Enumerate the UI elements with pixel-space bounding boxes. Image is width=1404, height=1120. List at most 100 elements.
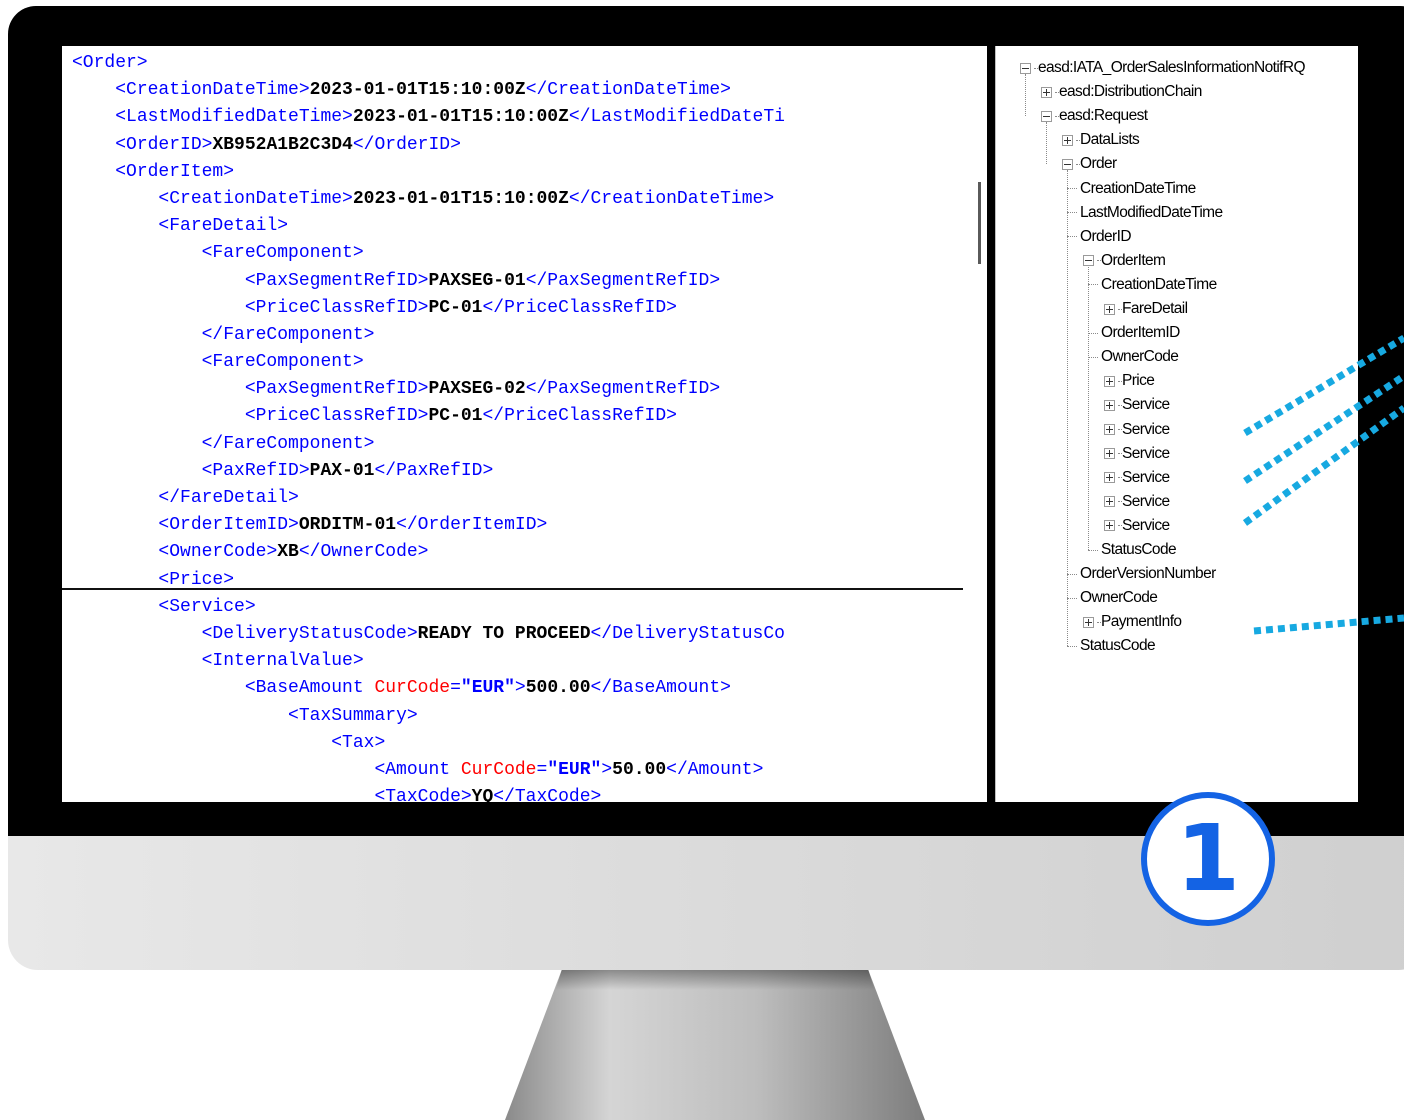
tree-node[interactable]: StatusCode — [1067, 634, 1156, 658]
code-token-tag: = — [536, 759, 548, 780]
tree-node[interactable]: easd:IATA_OrderSalesInformationNotifRQ — [1020, 56, 1306, 80]
code-line[interactable]: </FareDetail> — [72, 485, 987, 512]
code-line[interactable]: <OrderID>XB952A1B2C3D4</OrderID> — [72, 132, 987, 159]
code-line[interactable]: <FareComponent> — [72, 349, 987, 376]
code-token-val: PC-01 — [428, 297, 483, 318]
code-line[interactable]: <FareDetail> — [72, 213, 987, 240]
plus-expander-icon[interactable] — [1104, 520, 1115, 532]
plus-expander-icon[interactable] — [1104, 472, 1115, 484]
tree-node[interactable]: Order — [1062, 152, 1117, 176]
code-line[interactable]: <CreationDateTime>2023-01-01T15:10:00Z</… — [72, 186, 987, 213]
code-line[interactable]: <LastModifiedDateTime>2023-01-01T15:10:0… — [72, 104, 987, 131]
tree-node-label: Service — [1122, 420, 1170, 438]
tree-guide-line — [1088, 266, 1089, 551]
tree-node[interactable]: Service — [1104, 514, 1170, 538]
tree-node[interactable]: OrderItem — [1083, 249, 1166, 273]
xml-code-editor[interactable]: <Order> <CreationDateTime>2023-01-01T15:… — [62, 46, 987, 802]
tree-node-label: OwnerCode — [1080, 589, 1158, 607]
code-token-val: PAXSEG-02 — [428, 379, 526, 400]
plus-expander-icon[interactable] — [1104, 303, 1115, 315]
tree-node[interactable]: easd:DistributionChain — [1041, 80, 1202, 104]
tree-node[interactable]: OrderID — [1067, 225, 1132, 249]
code-line[interactable]: </FareComponent> — [72, 431, 987, 458]
tree-node[interactable]: Service — [1104, 442, 1170, 466]
minus-expander-icon[interactable] — [1020, 62, 1031, 74]
plus-expander-icon[interactable] — [1104, 496, 1115, 508]
pane-splitter[interactable] — [987, 46, 995, 802]
code-token-tag: <Order> — [72, 53, 148, 73]
editor-split-divider[interactable] — [62, 588, 963, 590]
code-line[interactable]: <OrderItem> — [72, 159, 987, 186]
code-token-str: "EUR" — [460, 678, 515, 699]
code-line[interactable]: <TaxSummary> — [72, 703, 987, 730]
code-line[interactable]: <Amount CurCode="EUR">50.00</Amount> — [72, 757, 987, 784]
plus-expander-icon[interactable] — [1104, 375, 1115, 387]
code-line[interactable]: <DeliveryStatusCode>READY TO PROCEED</De… — [72, 621, 987, 648]
code-line[interactable]: <Order> — [72, 50, 987, 77]
tree-node[interactable]: DataLists — [1062, 128, 1140, 152]
code-token-tag: <DeliveryStatusCode> — [201, 623, 418, 644]
code-token-tag: <CreationDateTime> — [115, 80, 310, 101]
code-token-tag: = — [450, 678, 461, 699]
tree-node[interactable]: OrderItemID — [1088, 321, 1180, 345]
editor-scrollbar-thumb[interactable] — [978, 182, 981, 264]
code-line[interactable]: <Tax> — [72, 730, 987, 757]
plus-expander-icon[interactable] — [1104, 448, 1115, 460]
code-line[interactable]: <FareComponent> — [72, 240, 987, 267]
code-token-tag: </LastModifiedDateTi — [568, 107, 785, 128]
plus-expander-icon[interactable] — [1104, 424, 1115, 435]
tree-node[interactable]: Price — [1104, 369, 1155, 393]
tree-node[interactable]: Service — [1104, 490, 1170, 514]
tree-node[interactable]: StatusCode — [1088, 538, 1177, 562]
plus-expander-icon[interactable] — [1062, 134, 1073, 146]
tree-node[interactable]: PaymentInfo — [1083, 610, 1182, 634]
minus-expander-icon[interactable] — [1062, 158, 1073, 170]
tree-node-label: StatusCode — [1101, 541, 1177, 558]
code-token-tag: </PaxRefID> — [374, 460, 494, 481]
tree-node[interactable]: FareDetail — [1104, 297, 1188, 321]
code-line[interactable]: <InternalValue> — [72, 648, 987, 675]
code-token-val: 2023-01-01T15:10:00Z — [352, 107, 569, 128]
tree-node[interactable]: OwnerCode — [1067, 586, 1158, 610]
plus-expander-icon[interactable] — [1041, 86, 1052, 98]
code-line[interactable]: <OwnerCode>XB</OwnerCode> — [72, 539, 987, 566]
code-token-tag: <LastModifiedDateTime> — [115, 107, 353, 128]
code-line[interactable]: <CreationDateTime>2023-01-01T15:10:00Z</… — [72, 77, 987, 104]
code-line[interactable]: <PaxRefID>PAX-01</PaxRefID> — [72, 458, 987, 485]
minus-expander-icon[interactable] — [1041, 110, 1052, 122]
tree-node[interactable]: Service — [1104, 418, 1170, 442]
code-line[interactable]: </FareComponent> — [72, 322, 987, 349]
code-line[interactable]: <OrderItemID>ORDITM-01</OrderItemID> — [72, 512, 987, 539]
code-line[interactable]: <TaxCode>YQ</TaxCode> — [72, 784, 987, 802]
code-line[interactable]: <PriceClassRefID>PC-01</PriceClassRefID> — [72, 403, 987, 430]
code-token-attr: CurCode — [460, 759, 537, 780]
code-line[interactable]: <PaxSegmentRefID>PAXSEG-01</PaxSegmentRe… — [72, 268, 987, 295]
tree-node[interactable]: LastModifiedDateTime — [1067, 201, 1223, 225]
tree-node[interactable]: Service — [1104, 393, 1170, 417]
tree-node[interactable]: CreationDateTime — [1088, 273, 1217, 297]
tree-node[interactable]: Service — [1104, 466, 1170, 490]
code-token-val: 50.00 — [612, 759, 667, 780]
code-line[interactable]: <PriceClassRefID>PC-01</PriceClassRefID> — [72, 295, 987, 322]
code-token-tag: <FareDetail> — [158, 216, 289, 237]
tree-node[interactable]: CreationDateTime — [1067, 177, 1196, 201]
code-line[interactable]: <Service> — [72, 594, 987, 621]
tree-node[interactable]: OwnerCode — [1088, 345, 1179, 369]
minus-expander-icon[interactable] — [1083, 255, 1094, 267]
tree-node[interactable]: OrderVersionNumber — [1067, 562, 1216, 586]
xml-tree-view[interactable]: easd:IATA_OrderSalesInformationNotifRQ ea… — [995, 46, 1358, 802]
code-line[interactable]: <BaseAmount CurCode="EUR">500.00</BaseAm… — [72, 675, 987, 702]
code-line[interactable]: <PaxSegmentRefID>PAXSEG-02</PaxSegmentRe… — [72, 376, 987, 403]
tree-node-label: Price — [1122, 372, 1155, 390]
tree-node-label: Service — [1122, 468, 1170, 486]
code-token-tag: > — [601, 759, 613, 780]
plus-expander-icon[interactable] — [1104, 399, 1115, 411]
tree-node[interactable]: easd:Request — [1041, 104, 1148, 128]
code-token-tag: <Tax> — [331, 732, 386, 753]
plus-expander-icon[interactable] — [1083, 616, 1094, 628]
